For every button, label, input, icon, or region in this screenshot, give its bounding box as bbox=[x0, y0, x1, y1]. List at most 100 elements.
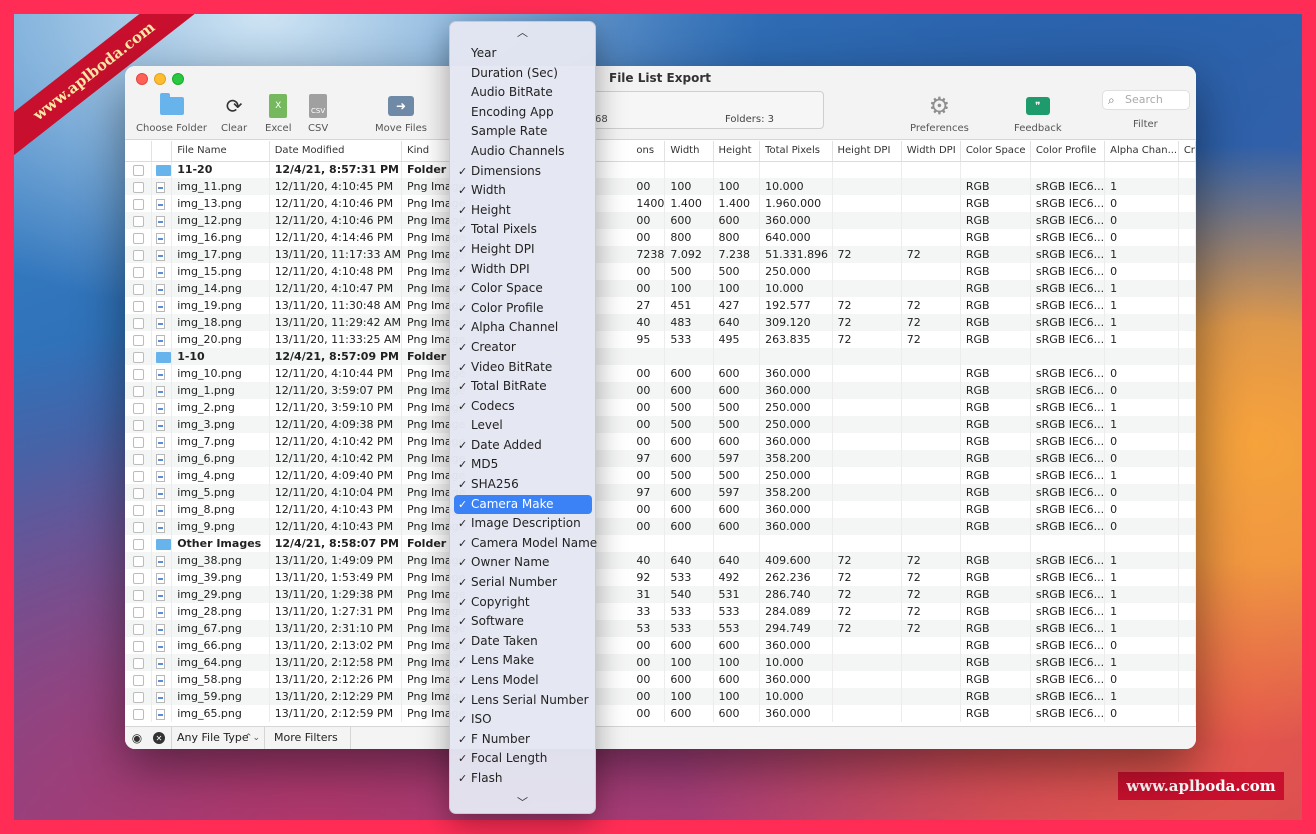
scroll-up-chevron-icon[interactable]: ︿ bbox=[450, 24, 595, 40]
row-checkbox[interactable] bbox=[133, 521, 144, 533]
menu-item-creator[interactable]: ✓ Creator bbox=[454, 338, 592, 358]
menu-item-level[interactable]: Level bbox=[454, 416, 592, 436]
row-select-cell[interactable] bbox=[125, 212, 153, 229]
menu-item-alpha-channel[interactable]: ✓ Alpha Channel bbox=[454, 318, 592, 338]
menu-item-total-bitrate[interactable]: ✓ Total BitRate bbox=[454, 377, 592, 397]
row-checkbox[interactable] bbox=[133, 266, 144, 278]
row-checkbox[interactable] bbox=[133, 419, 144, 431]
row-select-cell[interactable] bbox=[125, 348, 153, 365]
row-checkbox[interactable] bbox=[133, 164, 144, 176]
row-checkbox[interactable] bbox=[133, 623, 144, 635]
col-color-space[interactable]: Color Space bbox=[960, 141, 1031, 162]
row-checkbox[interactable] bbox=[133, 249, 144, 261]
row-select-cell[interactable] bbox=[125, 569, 153, 586]
col-creator[interactable]: Cr bbox=[1178, 141, 1196, 162]
row-select-cell[interactable] bbox=[125, 382, 153, 399]
row-checkbox[interactable] bbox=[133, 589, 144, 601]
menu-item-camera-make[interactable]: ✓ Camera Make bbox=[454, 494, 592, 515]
table-row[interactable]: img_6.png 12/11/20, 4:10:42 PM Png Image 97… bbox=[125, 450, 1196, 467]
col-alpha-channel[interactable]: Alpha Chan... bbox=[1104, 141, 1179, 162]
table-row[interactable]: img_4.png 12/11/20, 4:09:40 PM Png Image 00… bbox=[125, 467, 1196, 484]
menu-item-focal-length[interactable]: ✓ Focal Length bbox=[454, 749, 592, 769]
row-checkbox[interactable] bbox=[133, 453, 144, 465]
zoom-window-button[interactable] bbox=[172, 73, 184, 85]
menu-item-f-number[interactable]: ✓ F Number bbox=[454, 730, 592, 750]
row-checkbox[interactable] bbox=[133, 385, 144, 397]
col-color-profile[interactable]: Color Profile bbox=[1030, 141, 1106, 162]
menu-item-owner-name[interactable]: ✓ Owner Name bbox=[454, 553, 592, 573]
row-select-cell[interactable] bbox=[125, 365, 153, 382]
row-select-cell[interactable] bbox=[125, 518, 153, 535]
table-row[interactable]: img_5.png 12/11/20, 4:10:04 PM Png Image 97… bbox=[125, 484, 1196, 501]
table-row[interactable]: img_12.png 12/11/20, 4:10:46 PM Png Image 0… bbox=[125, 212, 1196, 229]
row-checkbox[interactable] bbox=[133, 572, 144, 584]
row-select-cell[interactable] bbox=[125, 603, 153, 620]
row-checkbox[interactable] bbox=[133, 470, 144, 482]
table-row[interactable]: img_65.png 13/11/20, 2:12:59 PM Png Image 0… bbox=[125, 705, 1196, 722]
row-select-cell[interactable] bbox=[125, 501, 153, 518]
col-select[interactable] bbox=[125, 141, 153, 162]
row-select-cell[interactable] bbox=[125, 331, 153, 348]
row-checkbox[interactable] bbox=[133, 691, 144, 703]
row-select-cell[interactable] bbox=[125, 229, 153, 246]
row-checkbox[interactable] bbox=[133, 317, 144, 329]
menu-item-iso[interactable]: ✓ ISO bbox=[454, 710, 592, 730]
menu-item-software[interactable]: ✓ Software bbox=[454, 612, 592, 632]
eye-icon[interactable]: ◉ bbox=[129, 730, 145, 746]
folder-row[interactable]: 1-10 12/4/21, 8:57:09 PM Folder bbox=[125, 348, 1196, 365]
folder-row[interactable]: Other Images 12/4/21, 8:58:07 PM Folder bbox=[125, 535, 1196, 552]
menu-item-sha256[interactable]: ✓ SHA256 bbox=[454, 475, 592, 495]
scroll-down-chevron-icon[interactable]: ﹀ bbox=[450, 794, 595, 810]
table-row[interactable]: img_58.png 13/11/20, 2:12:26 PM Png Image 0… bbox=[125, 671, 1196, 688]
table-row[interactable]: img_10.png 12/11/20, 4:10:44 PM Png Image 0… bbox=[125, 365, 1196, 382]
table-row[interactable]: img_59.png 13/11/20, 2:12:29 PM Png Image 0… bbox=[125, 688, 1196, 705]
preferences-button[interactable]: ⚙ Preferences bbox=[910, 93, 969, 134]
menu-item-height-dpi[interactable]: ✓ Height DPI bbox=[454, 240, 592, 260]
menu-item-encoding-app[interactable]: Encoding App bbox=[454, 103, 592, 123]
menu-item-camera-model-name[interactable]: ✓ Camera Model Name bbox=[454, 534, 597, 554]
row-checkbox[interactable] bbox=[133, 708, 144, 720]
row-select-cell[interactable] bbox=[125, 671, 153, 688]
col-width[interactable]: Width bbox=[664, 141, 714, 162]
row-select-cell[interactable] bbox=[125, 688, 153, 705]
table-row[interactable]: img_16.png 12/11/20, 4:14:46 PM Png Image 0… bbox=[125, 229, 1196, 246]
table-row[interactable]: img_2.png 12/11/20, 3:59:10 PM Png Image 00… bbox=[125, 399, 1196, 416]
row-checkbox[interactable] bbox=[133, 232, 144, 244]
menu-item-lens-make[interactable]: ✓ Lens Make bbox=[454, 651, 592, 671]
row-select-cell[interactable] bbox=[125, 161, 153, 178]
row-select-cell[interactable] bbox=[125, 535, 153, 552]
row-select-cell[interactable] bbox=[125, 433, 153, 450]
menu-item-audio-channels[interactable]: Audio Channels bbox=[454, 142, 592, 162]
menu-item-total-pixels[interactable]: ✓ Total Pixels bbox=[454, 220, 592, 240]
menu-item-md5[interactable]: ✓ MD5 bbox=[454, 455, 592, 475]
menu-item-flash[interactable]: ✓ Flash bbox=[454, 769, 592, 789]
row-checkbox[interactable] bbox=[133, 657, 144, 669]
menu-item-lens-serial-number[interactable]: ✓ Lens Serial Number bbox=[454, 691, 592, 711]
table-row[interactable]: img_17.png 13/11/20, 11:17:33 AM Png Image… bbox=[125, 246, 1196, 263]
col-file-name[interactable]: File Name bbox=[171, 141, 270, 162]
menu-item-height[interactable]: ✓ Height bbox=[454, 201, 592, 221]
excel-export-button[interactable]: X Excel bbox=[265, 93, 292, 134]
search-input[interactable]: ⌕ Search bbox=[1102, 90, 1190, 110]
table-row[interactable]: img_11.png 12/11/20, 4:10:45 PM Png Image 0… bbox=[125, 178, 1196, 195]
table-row[interactable]: img_66.png 13/11/20, 2:13:02 PM Png Image 0… bbox=[125, 637, 1196, 654]
row-checkbox[interactable] bbox=[133, 334, 144, 346]
menu-item-image-description[interactable]: ✓ Image Description bbox=[454, 514, 592, 534]
menu-item-color-profile[interactable]: ✓ Color Profile bbox=[454, 299, 592, 319]
row-select-cell[interactable] bbox=[125, 705, 153, 722]
row-select-cell[interactable] bbox=[125, 552, 153, 569]
row-checkbox[interactable] bbox=[133, 198, 144, 210]
move-files-button[interactable]: ➜ Move Files bbox=[375, 93, 427, 134]
row-checkbox[interactable] bbox=[133, 283, 144, 295]
menu-item-duration-sec[interactable]: Duration (Sec) bbox=[454, 64, 592, 84]
menu-item-width[interactable]: ✓ Width bbox=[454, 181, 592, 201]
row-select-cell[interactable] bbox=[125, 586, 153, 603]
row-checkbox[interactable] bbox=[133, 640, 144, 652]
row-select-cell[interactable] bbox=[125, 399, 153, 416]
row-checkbox[interactable] bbox=[133, 351, 144, 363]
row-checkbox[interactable] bbox=[133, 606, 144, 618]
row-checkbox[interactable] bbox=[133, 555, 144, 567]
table-row[interactable]: img_29.png 13/11/20, 1:29:38 PM Png Image 3… bbox=[125, 586, 1196, 603]
file-type-select[interactable]: Any File Type ⌃⌄ bbox=[171, 727, 265, 749]
row-select-cell[interactable] bbox=[125, 620, 153, 637]
